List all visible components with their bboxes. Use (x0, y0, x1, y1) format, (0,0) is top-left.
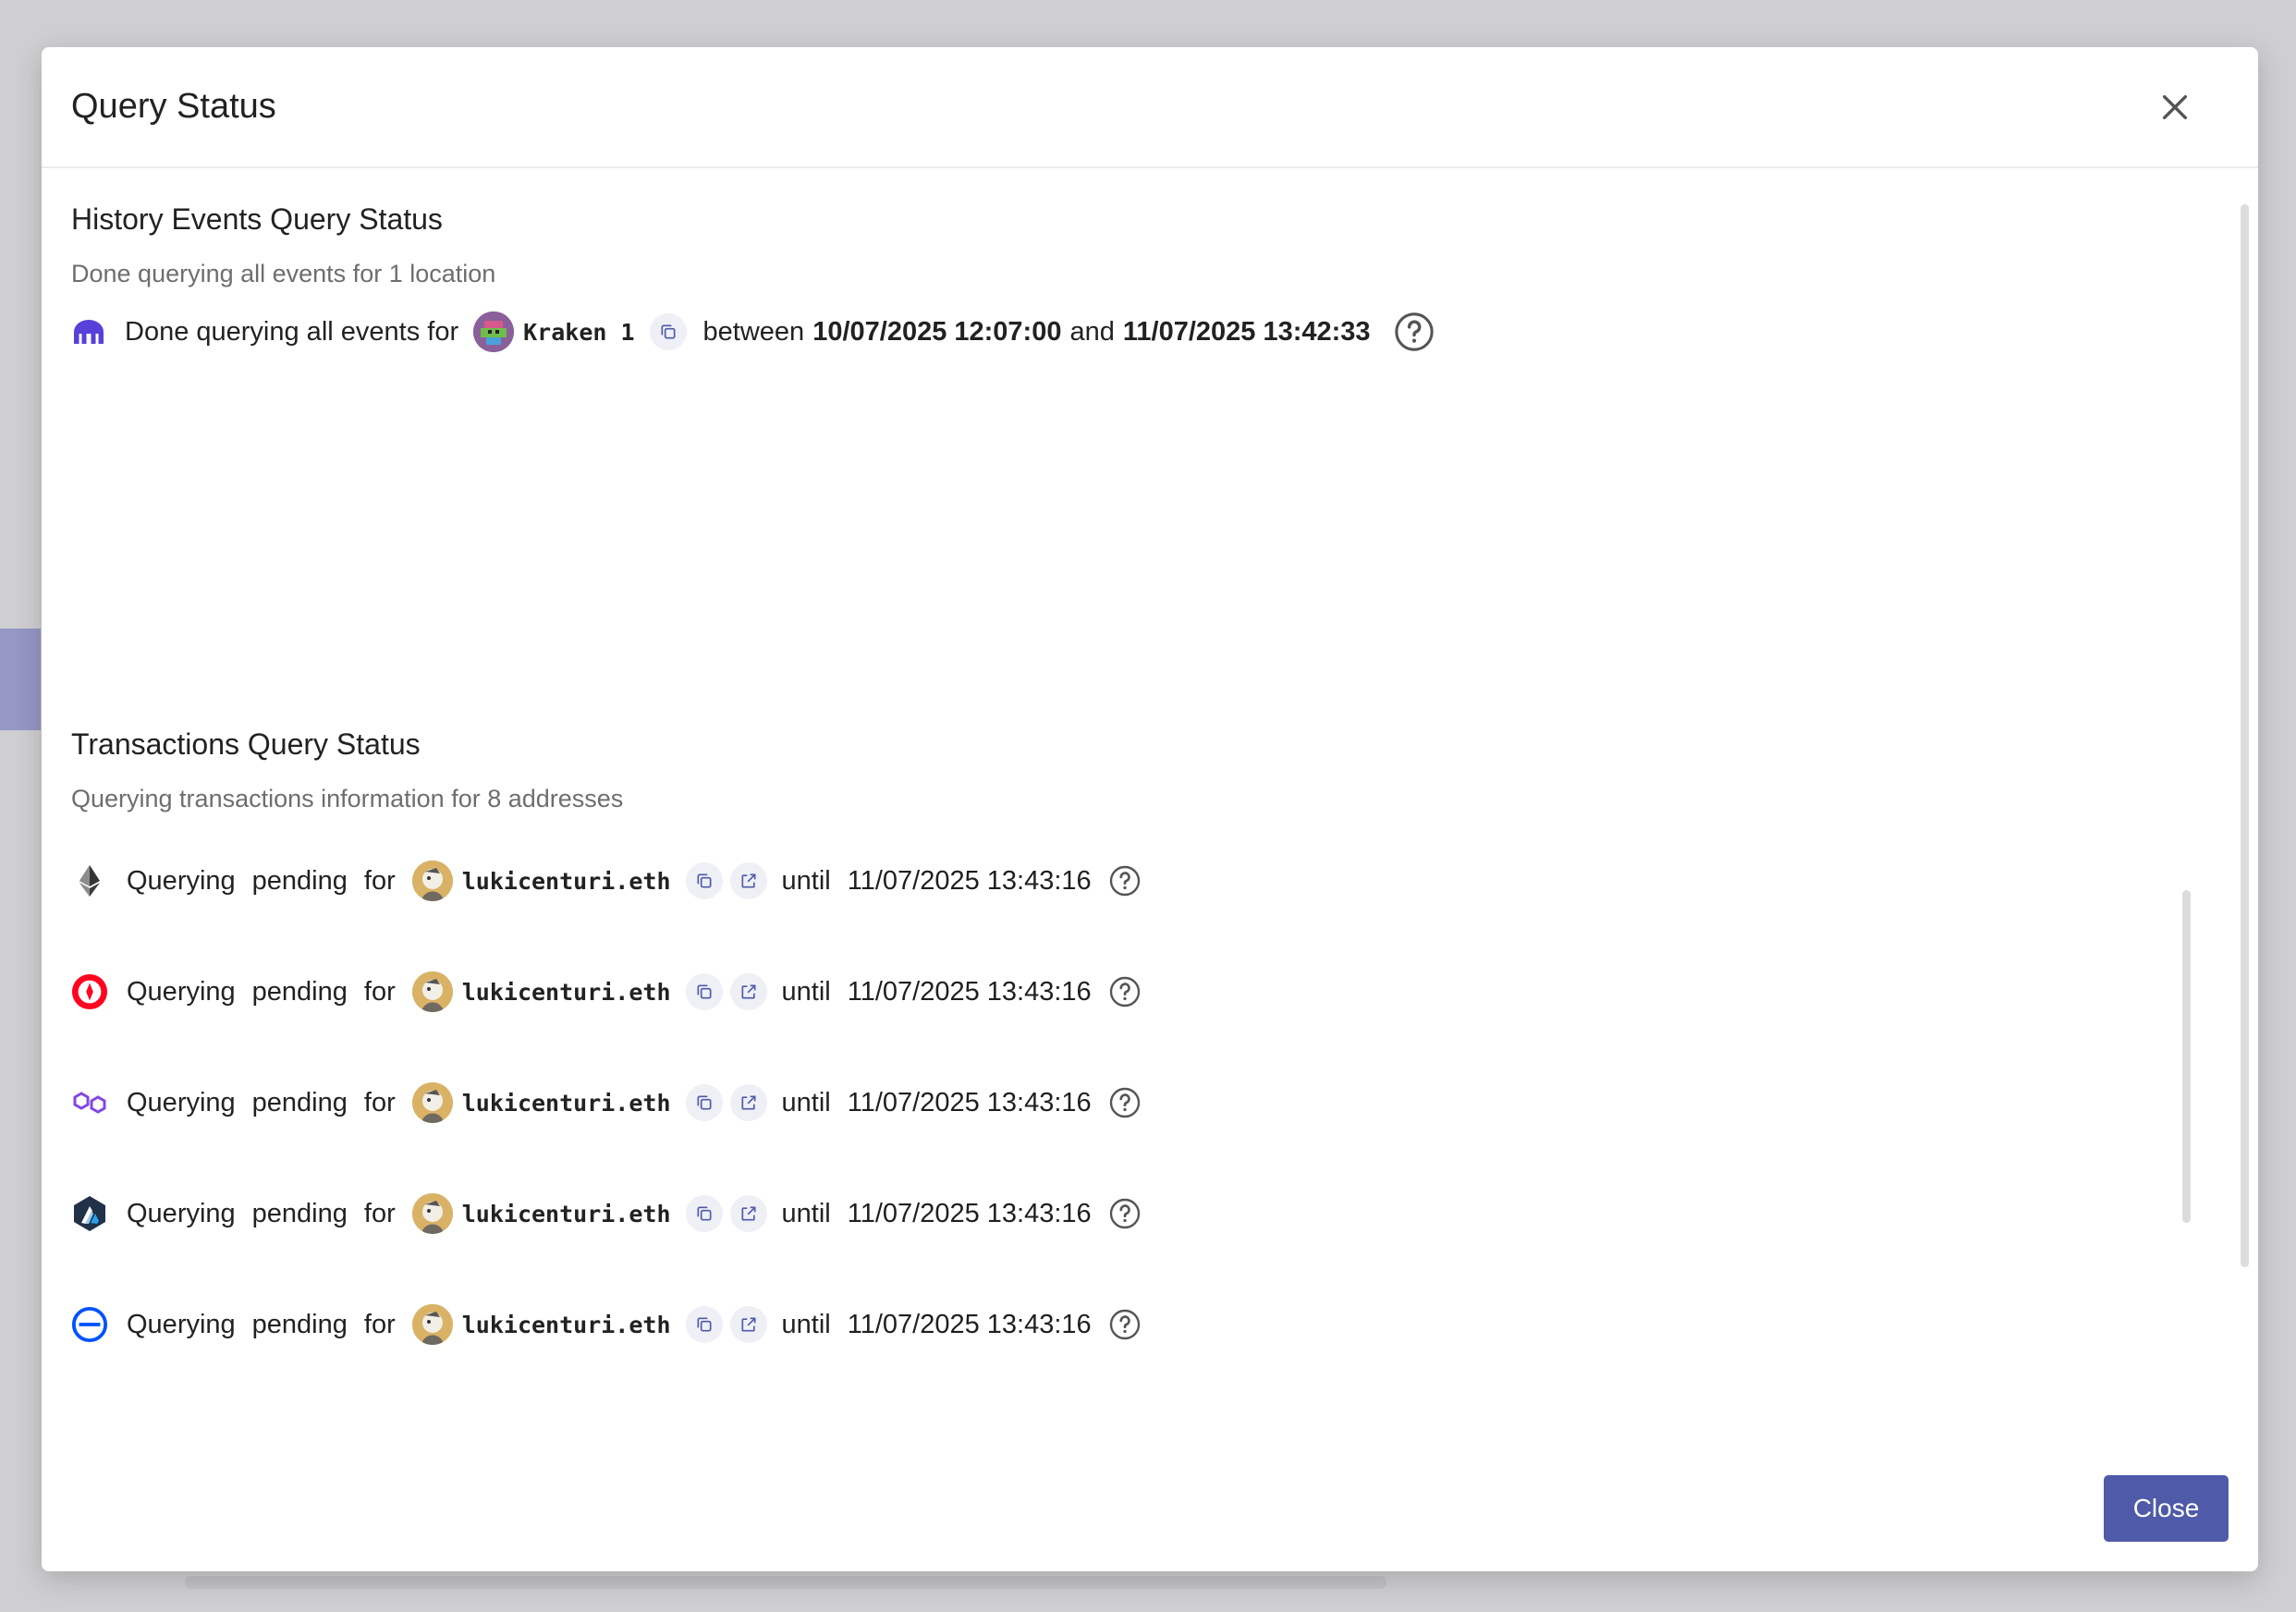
row-word-pending: pending (251, 1198, 348, 1228)
until-datetime: 11/07/2025 13:43:16 (847, 865, 1092, 896)
address-avatar (411, 861, 453, 901)
account-name: Kraken 1 (523, 318, 635, 346)
polygon-icon (71, 1089, 108, 1117)
transaction-status-row: Querying pending for lukicenturi.eth unt… (71, 1191, 1142, 1237)
address-label: lukicenturi.eth (461, 978, 671, 1006)
dialog-scrollbar[interactable] (2241, 204, 2249, 1267)
help-icon[interactable] (1108, 1197, 1142, 1230)
address-avatar (411, 1193, 453, 1234)
row-word-querying: Querying (127, 1198, 236, 1228)
history-row-prefix: Done querying all events for (125, 316, 459, 347)
address-avatar (411, 1304, 453, 1345)
row-word-for: for (363, 1087, 396, 1117)
base-icon (71, 1305, 108, 1344)
until-datetime: 11/07/2025 13:43:16 (847, 1087, 1092, 1117)
background-app-line (185, 1576, 1386, 1589)
transaction-status-row: Querying pending for lukicenturi.eth unt… (71, 1080, 1142, 1126)
arbitrum-icon (71, 1195, 108, 1232)
external-link-icon[interactable] (729, 1084, 767, 1121)
help-icon[interactable] (1108, 1308, 1142, 1341)
external-link-icon[interactable] (729, 862, 767, 899)
and-label: and (1069, 316, 1115, 347)
external-link-icon[interactable] (729, 1306, 767, 1343)
history-status-row: Done querying all events for Kraken 1 be… (71, 309, 1435, 355)
until-label: until (781, 865, 831, 896)
help-icon[interactable] (1108, 864, 1142, 898)
transactions-section-title: Transactions Query Status (71, 727, 421, 761)
end-datetime: 11/07/2025 13:42:33 (1122, 316, 1371, 347)
copy-icon[interactable] (649, 313, 687, 350)
history-section-title: History Events Query Status (71, 202, 443, 236)
row-word-querying: Querying (127, 1087, 236, 1117)
query-status-dialog: Query Status History Events Query Status… (42, 47, 2258, 1571)
address-label: lukicenturi.eth (461, 1311, 671, 1338)
row-word-for: for (363, 1198, 396, 1228)
transactions-list-scrollbar[interactable] (2182, 890, 2191, 1223)
address-avatar (411, 1082, 453, 1123)
address-label: lukicenturi.eth (461, 1200, 671, 1227)
help-icon[interactable] (1393, 311, 1435, 353)
close-button[interactable]: Close (2104, 1475, 2229, 1542)
external-link-icon[interactable] (729, 973, 767, 1010)
copy-icon[interactable] (685, 1306, 723, 1343)
transactions-section-subtitle: Querying transactions information for 8 … (71, 785, 624, 812)
row-word-pending: pending (251, 976, 348, 1007)
until-datetime: 11/07/2025 13:43:16 (847, 976, 1092, 1007)
dialog-footer: Close (2104, 1475, 2229, 1542)
optimism-icon (71, 972, 108, 1011)
kraken-logo-icon (71, 318, 108, 346)
row-word-for: for (363, 976, 396, 1007)
row-word-pending: pending (251, 1087, 348, 1117)
account-avatar (473, 311, 515, 352)
transaction-status-row: Querying pending for lukicenturi.eth unt… (71, 969, 1142, 1015)
row-word-for: for (363, 865, 396, 896)
address-label: lukicenturi.eth (461, 867, 671, 895)
until-label: until (781, 1087, 831, 1117)
copy-icon[interactable] (685, 862, 723, 899)
help-icon[interactable] (1108, 1086, 1142, 1119)
copy-icon[interactable] (685, 973, 723, 1010)
close-icon[interactable] (2147, 79, 2203, 135)
help-icon[interactable] (1108, 975, 1142, 1008)
address-avatar (411, 971, 453, 1012)
until-datetime: 11/07/2025 13:43:16 (847, 1309, 1092, 1339)
external-link-icon[interactable] (729, 1195, 767, 1232)
between-label: between (702, 316, 805, 347)
background-app-panel (0, 629, 41, 730)
transaction-status-row: Querying pending for lukicenturi.eth unt… (71, 1301, 1142, 1348)
until-label: until (781, 976, 831, 1007)
copy-icon[interactable] (685, 1084, 723, 1121)
row-word-querying: Querying (127, 865, 236, 896)
ethereum-icon (71, 865, 108, 897)
dialog-title: Query Status (71, 87, 276, 126)
row-word-querying: Querying (127, 1309, 236, 1339)
until-datetime: 11/07/2025 13:43:16 (847, 1198, 1092, 1228)
address-label: lukicenturi.eth (461, 1089, 671, 1117)
until-label: until (781, 1198, 831, 1228)
history-section-subtitle: Done querying all events for 1 location (71, 260, 496, 287)
row-word-pending: pending (251, 1309, 348, 1339)
copy-icon[interactable] (685, 1195, 723, 1232)
until-label: until (781, 1309, 831, 1339)
row-word-querying: Querying (127, 976, 236, 1007)
row-word-for: for (363, 1309, 396, 1339)
row-word-pending: pending (251, 865, 348, 896)
transaction-status-row: Querying pending for lukicenturi.eth unt… (71, 858, 1142, 904)
dialog-header: Query Status (42, 47, 2258, 168)
start-datetime: 10/07/2025 12:07:00 (812, 316, 1062, 347)
